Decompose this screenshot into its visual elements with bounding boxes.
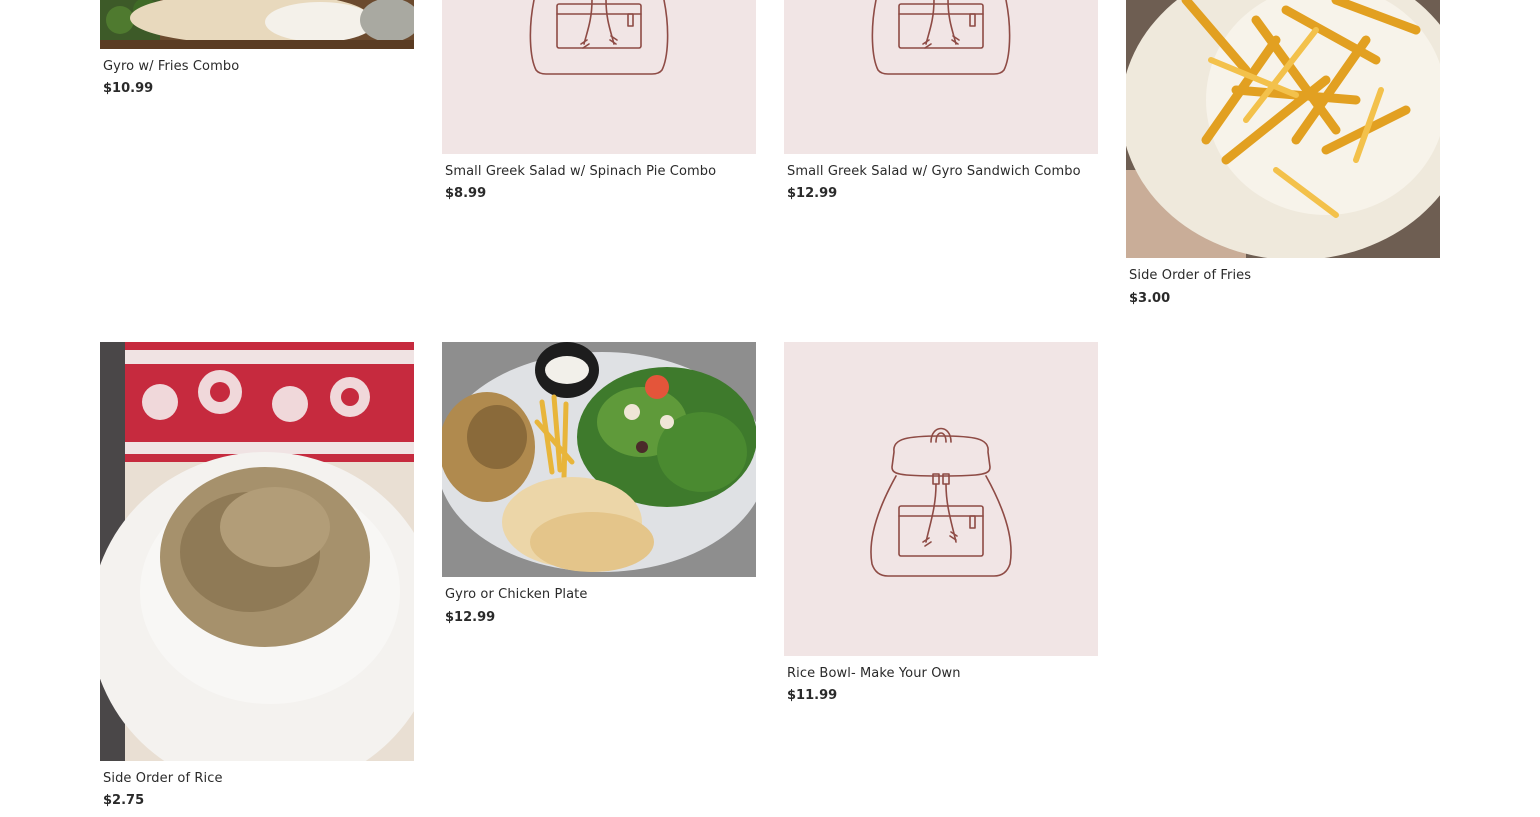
menu-item-price: $8.99: [445, 186, 487, 201]
gyro-fries-photo[interactable]: [100, 0, 414, 49]
menu-item-card[interactable]: Small Greek Salad w/ Spinach Pie Combo $…: [442, 0, 756, 210]
menu-item-name[interactable]: Side Order of Fries: [1129, 268, 1251, 283]
rice-photo[interactable]: [100, 342, 414, 761]
menu-item-price: $11.99: [787, 688, 838, 703]
menu-item-price: $12.99: [787, 186, 838, 201]
menu-item-name[interactable]: Gyro or Chicken Plate: [445, 587, 587, 602]
fries-photo[interactable]: [1126, 0, 1440, 258]
item-image-placeholder[interactable]: [784, 0, 1098, 154]
menu-item-card[interactable]: Side Order of Fries $3.00: [1126, 0, 1440, 315]
menu-item-card[interactable]: Rice Bowl- Make Your Own $11.99: [784, 342, 1098, 712]
bag-placeholder-icon: [870, 427, 1012, 577]
gyro-plate-photo[interactable]: [442, 342, 756, 577]
bag-placeholder-icon: [529, 0, 669, 75]
menu-item-price: $3.00: [1129, 291, 1171, 306]
menu-item-card[interactable]: Side Order of Rice $2.75: [100, 342, 414, 812]
menu-item-name[interactable]: Small Greek Salad w/ Gyro Sandwich Combo: [787, 164, 1081, 179]
menu-item-name[interactable]: Gyro w/ Fries Combo: [103, 59, 239, 74]
menu-item-card[interactable]: Gyro w/ Fries Combo $10.99: [100, 0, 414, 110]
bag-placeholder-icon: [871, 0, 1011, 75]
item-image-placeholder[interactable]: [784, 342, 1098, 656]
menu-item-price: $10.99: [103, 81, 154, 96]
item-image-placeholder[interactable]: [442, 0, 756, 154]
menu-item-name[interactable]: Rice Bowl- Make Your Own: [787, 666, 961, 681]
menu-item-name[interactable]: Small Greek Salad w/ Spinach Pie Combo: [445, 164, 716, 179]
menu-item-name[interactable]: Side Order of Rice: [103, 771, 223, 786]
menu-item-card[interactable]: Gyro or Chicken Plate $12.99: [442, 342, 756, 632]
menu-item-price: $2.75: [103, 793, 145, 808]
menu-item-price: $12.99: [445, 610, 496, 625]
menu-item-card[interactable]: Small Greek Salad w/ Gyro Sandwich Combo…: [784, 0, 1098, 210]
